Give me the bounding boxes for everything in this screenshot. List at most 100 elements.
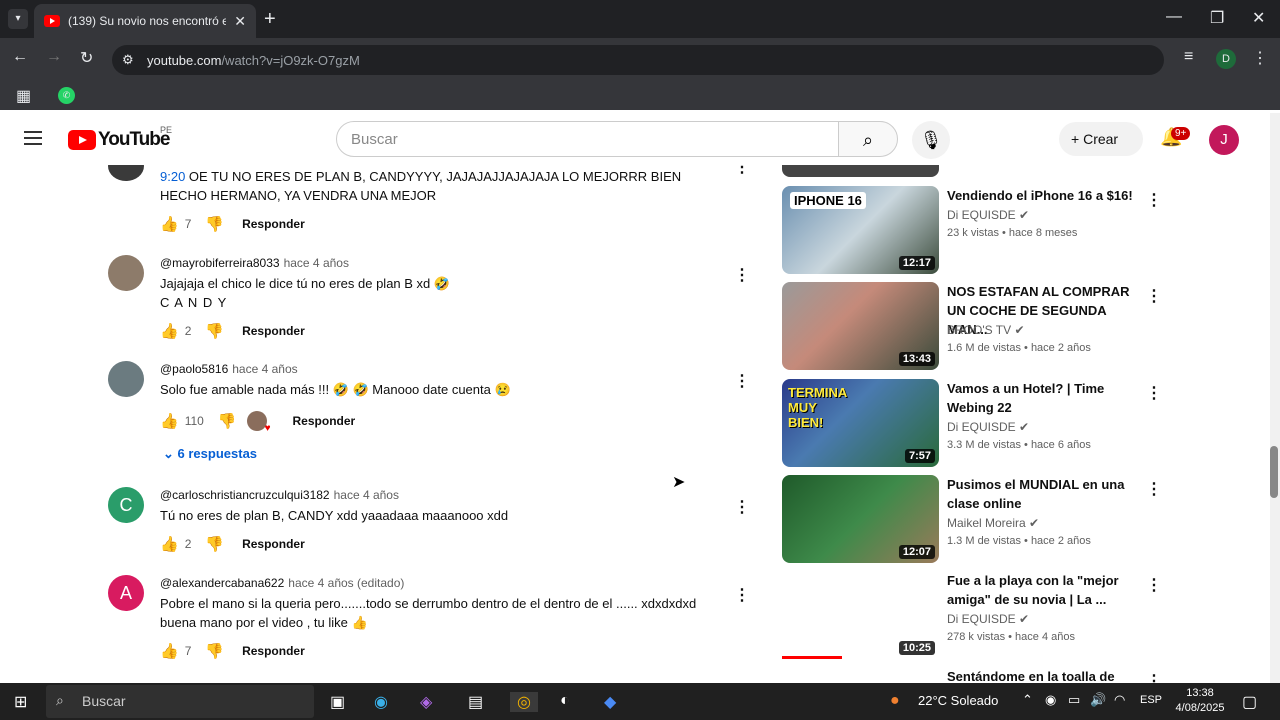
video-more-icon[interactable]: ⋮ <box>1146 671 1162 683</box>
dislike-icon[interactable]: 👎 <box>205 322 224 340</box>
video-channel[interactable]: Di EQUISDE ✔ <box>947 612 1029 626</box>
app-icon[interactable]: ◆ <box>604 692 616 712</box>
weather-text[interactable]: 22°C Soleado <box>918 693 998 708</box>
taskbar-clock[interactable]: 13:38 4/08/2025 <box>1168 686 1232 716</box>
media-control-icon[interactable]: ≡ <box>1184 48 1193 66</box>
dislike-icon[interactable]: 👎 <box>205 215 224 233</box>
video-title[interactable]: Vamos a un Hotel? | Time Webing 22 <box>947 379 1142 417</box>
view-replies-button[interactable]: ⌄ 6 respuestas <box>163 446 257 462</box>
comment-avatar[interactable] <box>108 361 144 397</box>
video-channel[interactable]: Maikel Moreira ✔ <box>947 516 1039 530</box>
video-more-icon[interactable]: ⋮ <box>1146 383 1162 403</box>
comment-avatar[interactable] <box>108 255 144 291</box>
chrome-icon[interactable]: ◎ <box>510 692 538 712</box>
reply-button[interactable]: Responder <box>242 644 305 658</box>
close-window-icon[interactable]: ✕ <box>1252 8 1265 28</box>
task-view-icon[interactable]: ▣ <box>330 692 345 712</box>
dislike-icon[interactable]: 👎 <box>205 642 224 660</box>
recommended-video[interactable]: 13:43 NOS ESTAFAN AL COMPRAR UN COCHE DE… <box>782 282 1162 370</box>
copilot-icon[interactable]: ◈ <box>420 692 432 712</box>
video-more-icon[interactable]: ⋮ <box>1146 286 1162 306</box>
search-button[interactable]: ⌕ <box>838 121 898 157</box>
comment-author[interactable]: @paolo5816 <box>160 362 228 376</box>
like-icon[interactable]: 👍 <box>160 535 179 553</box>
video-more-icon[interactable]: ⋮ <box>1146 190 1162 210</box>
video-thumbnail[interactable]: 12:07 <box>782 475 939 563</box>
video-more-icon[interactable]: ⋮ <box>1146 479 1162 499</box>
wifi-icon[interactable]: ◠ <box>1114 692 1125 708</box>
battery-icon[interactable]: ▭ <box>1068 692 1080 708</box>
recommended-video[interactable]: TERMINA MUY BIEN! 7:57 Vamos a un Hotel?… <box>782 379 1162 467</box>
video-title[interactable]: Fue a la playa con la "mejor amiga" de s… <box>947 571 1142 609</box>
language-indicator[interactable]: ESP <box>1140 694 1162 706</box>
like-icon[interactable]: 👍 <box>160 215 179 233</box>
notification-center-icon[interactable]: ▢ <box>1242 692 1257 712</box>
tab-search-button[interactable]: ▾ <box>8 9 28 29</box>
video-title[interactable]: Pusimos el MUNDIAL en una clase online <box>947 475 1142 513</box>
recommended-video[interactable]: Sentándome en la toalla de ⋮ <box>782 667 1162 683</box>
like-icon[interactable]: 👍 <box>160 322 179 340</box>
voice-search-button[interactable]: 🎙 <box>912 121 950 159</box>
search-input[interactable]: Buscar <box>336 121 839 157</box>
video-channel[interactable]: BROO'S TV ✔ <box>947 323 1025 337</box>
dislike-icon[interactable]: 👎 <box>218 412 237 430</box>
edge-icon[interactable]: ◉ <box>374 692 388 712</box>
recommended-video[interactable]: IPHONE 16 12:17 Vendiendo el iPhone 16 a… <box>782 186 1162 274</box>
video-channel[interactable]: Di EQUISDE ✔ <box>947 420 1029 434</box>
comment-time[interactable]: hace 4 años <box>284 256 349 270</box>
comment-author[interactable]: @carloschristiancruzculqui3182 <box>160 488 330 502</box>
comment-avatar[interactable]: C <box>108 487 144 523</box>
recommended-video[interactable]: 10:25 Fue a la playa con la "mejor amiga… <box>782 571 1162 659</box>
reply-button[interactable]: Responder <box>242 217 305 231</box>
forward-icon[interactable]: → <box>46 48 62 66</box>
site-info-icon[interactable]: ⚙ <box>122 52 134 68</box>
record-icon[interactable]: ◉ <box>1045 692 1056 708</box>
minimize-icon[interactable]: — <box>1166 8 1182 26</box>
recommended-video[interactable]: 12:07 Pusimos el MUNDIAL en una clase on… <box>782 475 1162 563</box>
comment-author[interactable]: @mayrobiferreira8033 <box>160 256 280 270</box>
like-icon[interactable]: 👍 <box>160 412 179 430</box>
comment-time[interactable]: hace 4 años (editado) <box>288 576 404 590</box>
scrollbar-thumb[interactable] <box>1270 446 1278 498</box>
like-icon[interactable]: 👍 <box>160 642 179 660</box>
profile-avatar[interactable]: D <box>1216 49 1236 69</box>
create-button[interactable]: + Crear <box>1059 122 1143 156</box>
page-scrollbar[interactable] <box>1270 113 1280 683</box>
comment-more-icon[interactable]: ⋮ <box>734 265 750 285</box>
reply-button[interactable]: Responder <box>242 537 305 551</box>
browser-menu-icon[interactable]: ⋮ <box>1252 48 1268 68</box>
reply-button[interactable]: Responder <box>242 324 305 338</box>
restore-icon[interactable]: ❐ <box>1210 8 1224 28</box>
comment-more-icon[interactable]: ⋮ <box>734 585 750 605</box>
reply-button[interactable]: Responder <box>293 414 356 428</box>
back-icon[interactable]: ← <box>12 48 28 66</box>
whatsapp-icon[interactable]: ✆ <box>58 87 75 104</box>
comment-author[interactable]: @alexandercabana622 <box>160 576 284 590</box>
reload-icon[interactable]: ↻ <box>80 48 93 68</box>
comment-avatar[interactable]: A <box>108 575 144 611</box>
video-thumbnail[interactable]: 13:43 <box>782 282 939 370</box>
video-title[interactable]: Vendiendo el iPhone 16 a $16! <box>947 186 1142 205</box>
new-tab-button[interactable]: + <box>264 8 276 31</box>
video-thumbnail[interactable]: 10:25 <box>782 571 939 659</box>
comment-time[interactable]: hace 4 años <box>334 488 399 502</box>
youtube-logo[interactable]: YouTube PE <box>68 125 172 151</box>
timestamp-link[interactable]: 9:20 <box>160 169 185 184</box>
volume-icon[interactable]: 🔊 <box>1090 692 1106 708</box>
dislike-icon[interactable]: 👎 <box>205 535 224 553</box>
file-explorer-icon[interactable]: ▤ <box>468 692 483 712</box>
video-thumbnail[interactable]: IPHONE 16 12:17 <box>782 186 939 274</box>
comment-time[interactable]: hace 4 años <box>232 362 297 376</box>
comment-more-icon[interactable]: ⋮ <box>734 497 750 517</box>
windows-start-icon[interactable]: ⊞ <box>14 692 27 712</box>
video-title[interactable]: Sentándome en la toalla de <box>947 667 1142 683</box>
comment-more-icon[interactable]: ⋮ <box>734 371 750 391</box>
browser-tab[interactable]: (139) Su novio nos encontró en ✕ <box>34 4 256 38</box>
hamburger-menu-icon[interactable] <box>24 131 42 145</box>
obs-icon[interactable]: ◐ <box>560 692 570 710</box>
weather-icon[interactable]: ● <box>890 692 900 710</box>
taskbar-search[interactable]: ⌕ Buscar <box>46 685 314 718</box>
apps-grid-icon[interactable]: ▦ <box>16 86 31 106</box>
video-channel[interactable]: Di EQUISDE ✔ <box>947 208 1029 222</box>
video-more-icon[interactable]: ⋮ <box>1146 575 1162 595</box>
